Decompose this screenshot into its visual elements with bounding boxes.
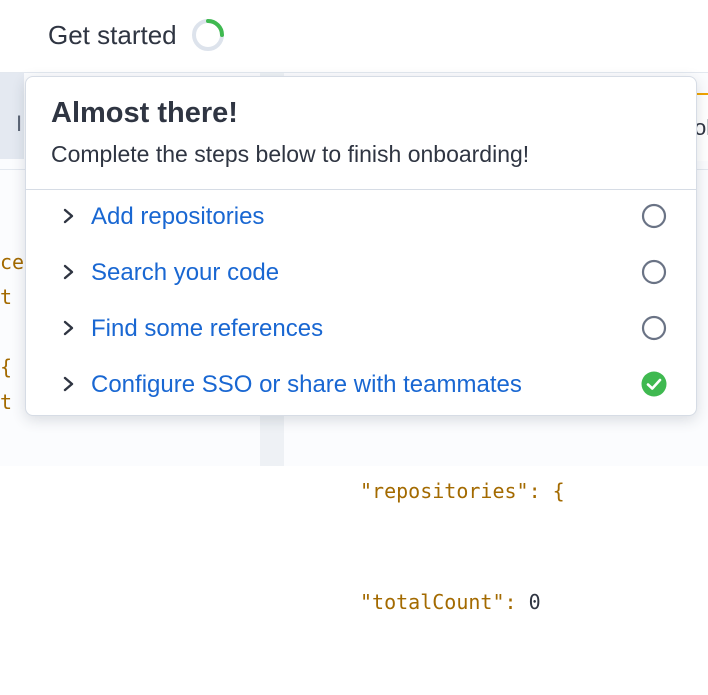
circle-outline-icon: [641, 315, 667, 341]
circle-outline-icon: [641, 203, 667, 229]
check-circle-icon: [641, 371, 667, 397]
popover-header: Almost there! Complete the steps below t…: [26, 77, 696, 190]
get-started-button[interactable]: Get started: [48, 18, 225, 52]
popover-subtitle: Complete the steps below to finish onboa…: [51, 141, 530, 167]
progress-ring-icon: [191, 19, 224, 51]
left-panel-tab[interactable]: I: [0, 73, 24, 159]
code-line: t: [0, 285, 13, 309]
code-line: ce: [0, 250, 25, 274]
code-snippet-left: ce t { t: [0, 245, 24, 420]
step-search-code[interactable]: Search your code: [26, 246, 696, 302]
chevron-right-icon: [63, 376, 74, 392]
onboarding-popover: Almost there! Complete the steps below t…: [25, 76, 697, 416]
step-label[interactable]: Add repositories: [91, 203, 264, 231]
code-line: t: [0, 390, 13, 414]
step-find-references[interactable]: Find some references: [26, 302, 696, 358]
step-label[interactable]: Find some references: [91, 315, 323, 343]
left-panel-fragment: I: [16, 111, 23, 136]
chevron-right-icon: [63, 208, 74, 224]
chevron-right-icon: [63, 320, 74, 336]
get-started-label: Get started: [48, 19, 177, 50]
step-label[interactable]: Configure SSO or share with teammates: [91, 371, 522, 399]
step-label[interactable]: Search your code: [91, 259, 279, 287]
code-line: "totalCount": 0: [360, 590, 541, 614]
code-snippet-right: "repositories": { "totalCount": 0: [360, 399, 565, 695]
top-nav: Get started: [0, 0, 708, 73]
step-add-repositories[interactable]: Add repositories: [26, 190, 696, 246]
step-configure-sso[interactable]: Configure SSO or share with teammates: [26, 358, 696, 414]
popover-title: Almost there!: [51, 97, 238, 129]
chevron-right-icon: [63, 264, 74, 280]
circle-outline-icon: [641, 259, 667, 285]
code-line: {: [0, 355, 13, 379]
code-line: "repositories": {: [360, 479, 565, 503]
